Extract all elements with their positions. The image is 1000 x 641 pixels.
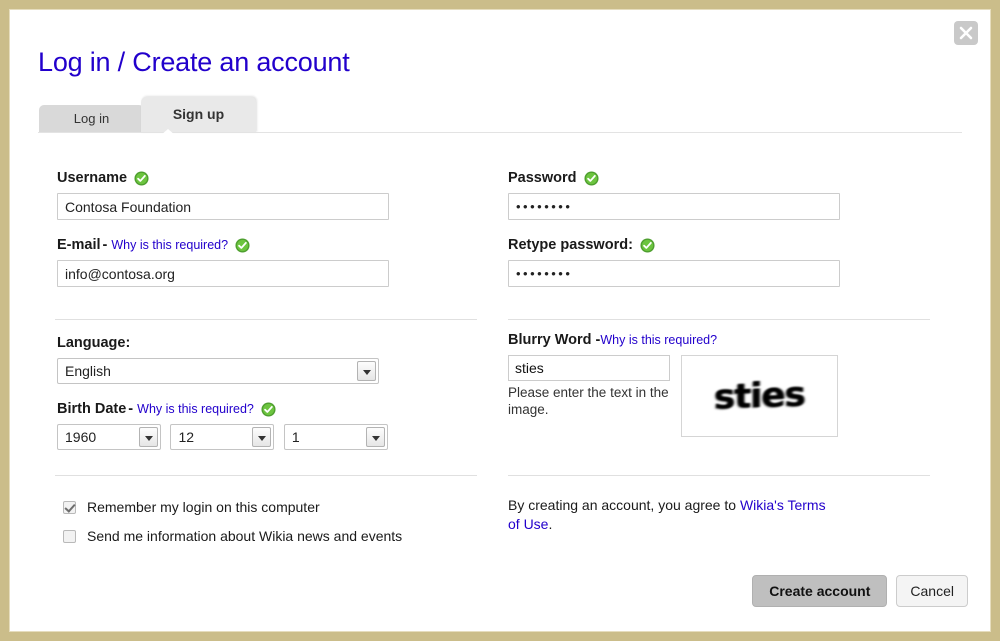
cancel-button[interactable]: Cancel [896,575,968,607]
blurryword-label: Blurry Word [508,332,592,348]
email-label: E-mail [57,237,101,253]
wikia-link[interactable]: Wikia's [740,497,784,513]
birthdate-selects: 1960 12 1 [57,424,477,450]
blurryword-label-row: Blurry Word - Why is this required? [508,331,928,349]
newsletter-checkbox[interactable] [63,529,76,543]
language-select[interactable]: English [57,358,379,384]
green-check-icon [640,237,655,253]
birthdate-field-group: Birth Date - Why is this required? 1960 [57,400,477,450]
language-select-value: English [65,363,111,379]
dialog-frame: Log in / Create an account Log in Sign u… [0,0,1000,641]
retype-password-label: Retype password: [508,237,633,253]
email-why-required-link[interactable]: Why is this required? [111,236,228,254]
email-dash: - [102,237,108,253]
divider-left-top [55,319,477,320]
captcha-hint: Please enter the text in the image. [508,385,669,417]
right-column: Password Retype password: [508,169,928,303]
username-label-row: Username [57,169,477,187]
page-title: Log in / Create an account [38,47,350,77]
birthdate-label: Birth Date [57,401,127,417]
terms-prefix: By creating an account, you agree to [508,497,740,513]
retype-password-field-group: Retype password: [508,236,928,287]
birthdate-why-required-link[interactable]: Why is this required? [137,400,254,418]
retype-password-input[interactable] [508,260,840,287]
blurryword-row: Please enter the text in the image. stie… [508,355,928,437]
blurryword-field-group: Blurry Word - Why is this required? Plea… [508,331,928,437]
email-label-row: E-mail - Why is this required? [57,236,477,254]
right-column-lower: Blurry Word - Why is this required? Plea… [508,331,928,453]
language-label-row: Language: [57,334,477,352]
username-field-group: Username [57,169,477,220]
blurryword-input-area: Please enter the text in the image. [508,355,676,418]
password-input[interactable] [508,193,840,220]
language-label: Language: [57,335,131,351]
birthdate-day-select[interactable]: 1 [283,424,388,450]
divider-right-top [508,319,930,320]
tab-underline [38,132,962,133]
tab-login[interactable]: Log in [39,105,144,133]
birthdate-month-select[interactable]: 12 [170,424,275,450]
chevron-down-icon[interactable] [139,427,158,447]
language-field-group: Language: English [57,334,477,384]
remember-login-label: Remember my login on this computer [87,499,320,515]
blurryword-why-required-link[interactable]: Why is this required? [600,331,717,349]
captcha-image: sties [681,355,838,437]
password-label: Password [508,170,577,186]
chevron-down-icon[interactable] [357,361,376,381]
left-column: Username E-mail - Why is thi [57,169,477,303]
newsletter-label: Send me information about Wikia news and… [87,528,403,544]
captcha-input[interactable] [508,355,670,381]
terms-notice: By creating an account, you agree to Wik… [508,496,838,534]
newsletter-row[interactable]: Send me information about Wikia news and… [63,528,402,544]
username-input[interactable] [57,193,389,220]
birthdate-year-select[interactable]: 1960 [57,424,161,450]
options-checkbox-group: Remember my login on this computer Send … [63,499,402,557]
captcha-image-text: sties [714,374,805,418]
green-check-icon [261,401,276,417]
green-check-icon [583,170,599,186]
tab-signup[interactable]: Sign up [141,97,256,133]
green-check-icon [235,237,250,253]
terms-suffix: . [548,516,553,532]
left-column-lower: Language: English Birth Date - Why is th… [57,334,477,466]
create-account-button[interactable]: Create account [752,575,888,607]
chevron-down-icon[interactable] [365,427,385,447]
password-field-group: Password [508,169,928,220]
password-label-row: Password [508,169,928,187]
divider-right-bottom [508,475,930,476]
birthdate-dash: - [128,401,134,417]
remember-login-checkbox[interactable] [63,500,76,514]
signup-dialog: Log in / Create an account Log in Sign u… [9,9,991,632]
tab-notch [161,129,175,135]
email-input[interactable] [57,260,389,287]
chevron-down-icon[interactable] [252,427,272,447]
close-icon[interactable] [954,21,978,45]
birthdate-label-row: Birth Date - Why is this required? [57,400,477,418]
dialog-actions: Create account Cancel [752,575,968,607]
username-label: Username [57,170,128,186]
green-check-icon [134,170,149,186]
remember-login-row[interactable]: Remember my login on this computer [63,499,402,515]
divider-left-bottom [55,475,477,476]
retype-password-label-row: Retype password: [508,236,928,254]
email-field-group: E-mail - Why is this required? [57,236,477,287]
